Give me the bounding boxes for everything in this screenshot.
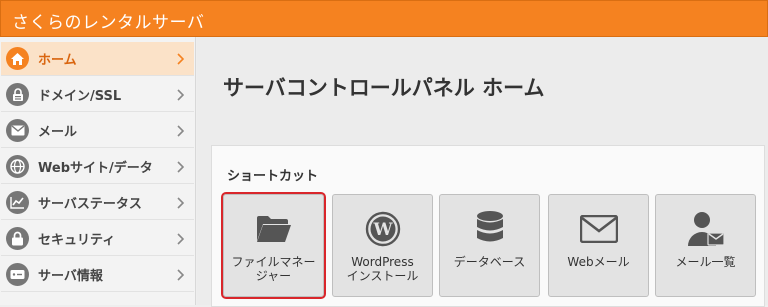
tile-label: WordPress インストール: [346, 255, 419, 283]
top-header: さくらのレンタルサーバ: [0, 0, 768, 37]
envelope-icon: [579, 209, 618, 249]
shortcut-database[interactable]: データベース: [439, 194, 540, 297]
sidebar: ホーム ドメイン/SSL メール Webサイト/データ サーバステータス セキュ…: [0, 37, 196, 305]
shortcut-wordpress-install[interactable]: W WordPress インストール: [332, 194, 433, 297]
sidebar-item-server-info[interactable]: サーバ情報: [1, 258, 194, 292]
chevron-right-icon: [172, 124, 188, 137]
lock-icon: [6, 227, 29, 250]
tile-label: ファイルマネー ジャー: [231, 255, 316, 283]
shortcut-webmail[interactable]: Webメール: [548, 194, 649, 297]
svg-text:W: W: [372, 220, 393, 240]
server-icon: [6, 263, 29, 286]
shortcut-heading: ショートカット: [227, 169, 319, 184]
chevron-right-icon: [172, 268, 188, 281]
sidebar-item-security[interactable]: セキュリティ: [1, 222, 194, 256]
globe-icon: [6, 155, 29, 178]
sidebar-item-mail[interactable]: メール: [1, 114, 194, 148]
user-mail-icon: [687, 209, 725, 249]
sidebar-item-label: ドメイン/SSL: [38, 89, 122, 104]
chevron-right-icon: [172, 232, 188, 245]
main-content: サーバコントロールパネル ホーム ショートカット ファイルマネー ジャー W W…: [197, 37, 768, 307]
sidebar-item-label: サーバ情報: [38, 269, 103, 284]
sidebar-item-label: セキュリティ: [38, 233, 116, 248]
database-icon: [475, 209, 505, 249]
tile-label: メール一覧: [675, 255, 736, 269]
shortcut-panel: ショートカット ファイルマネー ジャー W WordPress インストール デ…: [211, 145, 765, 307]
shortcut-mail-list[interactable]: メール一覧: [655, 194, 756, 297]
tile-label: Webメール: [567, 255, 630, 269]
sidebar-item-label: メール: [38, 125, 78, 140]
chevron-right-icon: [172, 160, 188, 173]
sidebar-item-label: サーバステータス: [38, 197, 142, 212]
folder-icon: [256, 209, 292, 249]
home-icon: [6, 47, 29, 70]
sidebar-item-home[interactable]: ホーム: [1, 42, 194, 76]
sidebar-item-server-status[interactable]: サーバステータス: [1, 186, 194, 220]
brand-title: さくらのレンタルサーバ: [12, 13, 205, 33]
domain-lock-icon: [6, 83, 29, 106]
chart-icon: [6, 191, 29, 214]
sidebar-item-domain-ssl[interactable]: ドメイン/SSL: [1, 78, 194, 112]
chevron-right-icon: [172, 196, 188, 209]
sidebar-item-website-data[interactable]: Webサイト/データ: [1, 150, 194, 184]
chevron-right-icon: [172, 88, 188, 101]
mail-icon: [6, 119, 29, 142]
chevron-right-icon: [172, 52, 188, 65]
sidebar-item-label: Webサイト/データ: [38, 161, 153, 176]
shortcut-file-manager[interactable]: ファイルマネー ジャー: [221, 192, 326, 299]
sidebar-item-label: ホーム: [38, 53, 77, 68]
tile-label: データベース: [453, 255, 526, 269]
wordpress-icon: W: [365, 209, 401, 249]
page-title: サーバコントロールパネル ホーム: [223, 76, 545, 100]
